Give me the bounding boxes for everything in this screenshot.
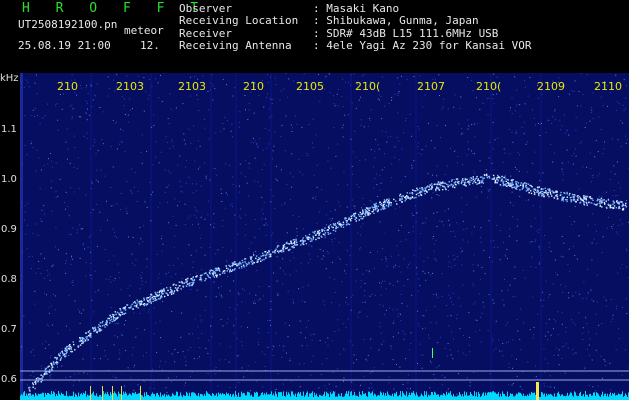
y-tick-label: 0.6 xyxy=(1,374,17,385)
noise-column xyxy=(210,73,212,400)
x-tick-label: 2105 xyxy=(296,80,324,93)
spectrum-peak xyxy=(536,382,539,400)
noise-column xyxy=(90,73,92,400)
noise-column xyxy=(350,73,352,400)
noise-column xyxy=(150,73,152,400)
x-tick-label: 210 xyxy=(57,80,78,93)
x-tick-label: 2107 xyxy=(417,80,445,93)
x-tick-label: 2109 xyxy=(537,80,565,93)
x-tick-label: 210( xyxy=(476,80,502,93)
spectrum-peak xyxy=(90,386,91,400)
counter-label: 12. xyxy=(140,39,160,52)
spectrum-peak xyxy=(102,386,103,400)
y-tick-label: 1.0 xyxy=(1,174,17,185)
station-info: Observer: Masaki Kano Receiving Location… xyxy=(179,2,532,52)
y-tick-label: 0.7 xyxy=(1,324,17,335)
noise-column xyxy=(270,73,272,400)
spectrum-marker xyxy=(432,348,433,358)
signal-trace xyxy=(28,173,628,396)
datetime-label: 25.08.19 21:00 xyxy=(18,39,111,52)
header-panel: H R O F F T UT2508192100.pn meteor 25.08… xyxy=(0,0,629,73)
noise-column xyxy=(490,73,492,400)
y-tick-label: 0.8 xyxy=(1,274,17,285)
spectrum-peak xyxy=(140,386,141,400)
info-value: : 4ele Yagi Az 230 for Kansai VOR xyxy=(313,38,532,52)
filename-suffix: meteor xyxy=(124,24,164,37)
noise-column xyxy=(415,73,417,400)
y-tick-label: 1.1 xyxy=(1,124,17,135)
filename-label: UT2508192100.pn xyxy=(18,18,118,31)
noise-layer xyxy=(20,73,629,400)
info-value: : SDR# 43dB L15 111.6MHz USB xyxy=(313,26,499,40)
info-value: : Shibukawa, Gunma, Japan xyxy=(313,14,479,28)
x-tick-label: 210( xyxy=(355,80,381,93)
x-tick-label: 2110 xyxy=(594,80,622,93)
spectrogram-canvas xyxy=(20,73,629,400)
info-label: Receiving Antenna xyxy=(179,38,292,52)
y-tick-label: 0.9 xyxy=(1,224,17,235)
spectrum-peak xyxy=(121,386,122,400)
noise-column xyxy=(540,73,542,400)
unit-label: kHz xyxy=(0,73,19,84)
info-value: : Masaki Kano xyxy=(313,2,400,15)
info-row-antenna: Receiving Antenna : 4ele Yagi Az 230 for … xyxy=(179,38,532,52)
spectrum-peak xyxy=(112,386,113,400)
spectrogram-plot xyxy=(20,73,629,400)
info-label: Receiving Location xyxy=(179,14,299,28)
noise-column xyxy=(235,73,237,400)
x-tick-label: 210 xyxy=(243,80,264,93)
x-tick-label: 2103 xyxy=(178,80,206,93)
x-tick-label: 2103 xyxy=(116,80,144,93)
